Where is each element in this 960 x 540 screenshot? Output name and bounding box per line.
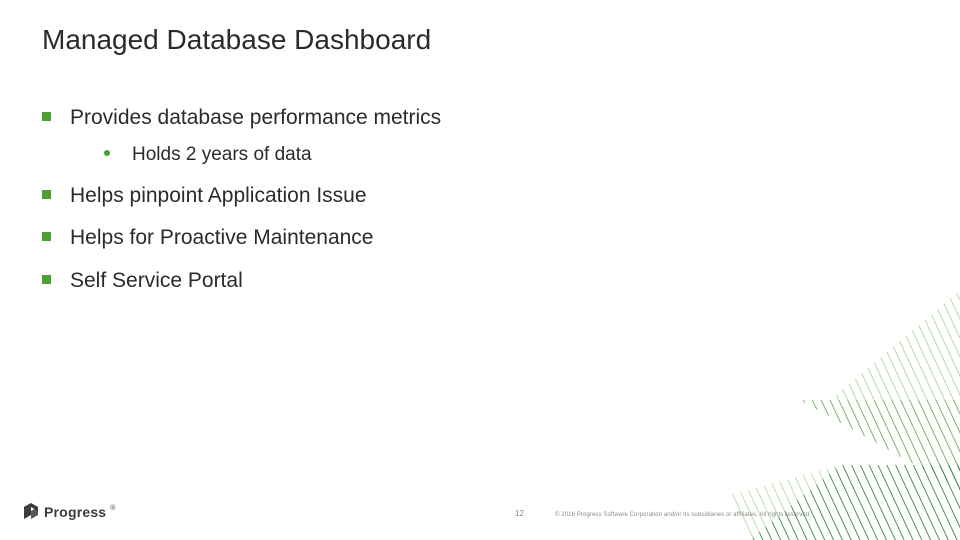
bullet-text: Helps pinpoint Application Issue <box>70 184 367 207</box>
progress-logo-text: Progress <box>44 504 106 520</box>
progress-logo-icon <box>22 502 40 522</box>
bullet-text: Provides database performance metrics <box>70 106 441 129</box>
sub-text: Holds 2 years of data <box>132 144 312 165</box>
bullet-item: Helps pinpoint Application Issue <box>42 182 900 210</box>
sub-list: Holds 2 years of data <box>70 142 900 168</box>
footer: Progress ® 12 © 2016 Progress Software C… <box>0 492 960 522</box>
progress-logo: Progress ® <box>22 502 115 522</box>
sub-item: Holds 2 years of data <box>104 142 900 168</box>
page-number: 12 <box>515 509 524 518</box>
slide: Managed Database Dashboard Provides data… <box>0 0 960 540</box>
content-area: Provides database performance metrics Ho… <box>42 104 900 309</box>
bullet-item: Helps for Proactive Maintenance <box>42 224 900 252</box>
bullet-text: Self Service Portal <box>70 269 243 292</box>
bullet-list: Provides database performance metrics Ho… <box>42 104 900 295</box>
bullet-item: Provides database performance metrics Ho… <box>42 104 900 168</box>
bullet-item: Self Service Portal <box>42 267 900 295</box>
copyright-text: © 2016 Progress Software Corporation and… <box>555 512 811 518</box>
slide-title: Managed Database Dashboard <box>42 24 431 56</box>
registered-mark: ® <box>110 505 115 512</box>
bullet-text: Helps for Proactive Maintenance <box>70 226 374 249</box>
